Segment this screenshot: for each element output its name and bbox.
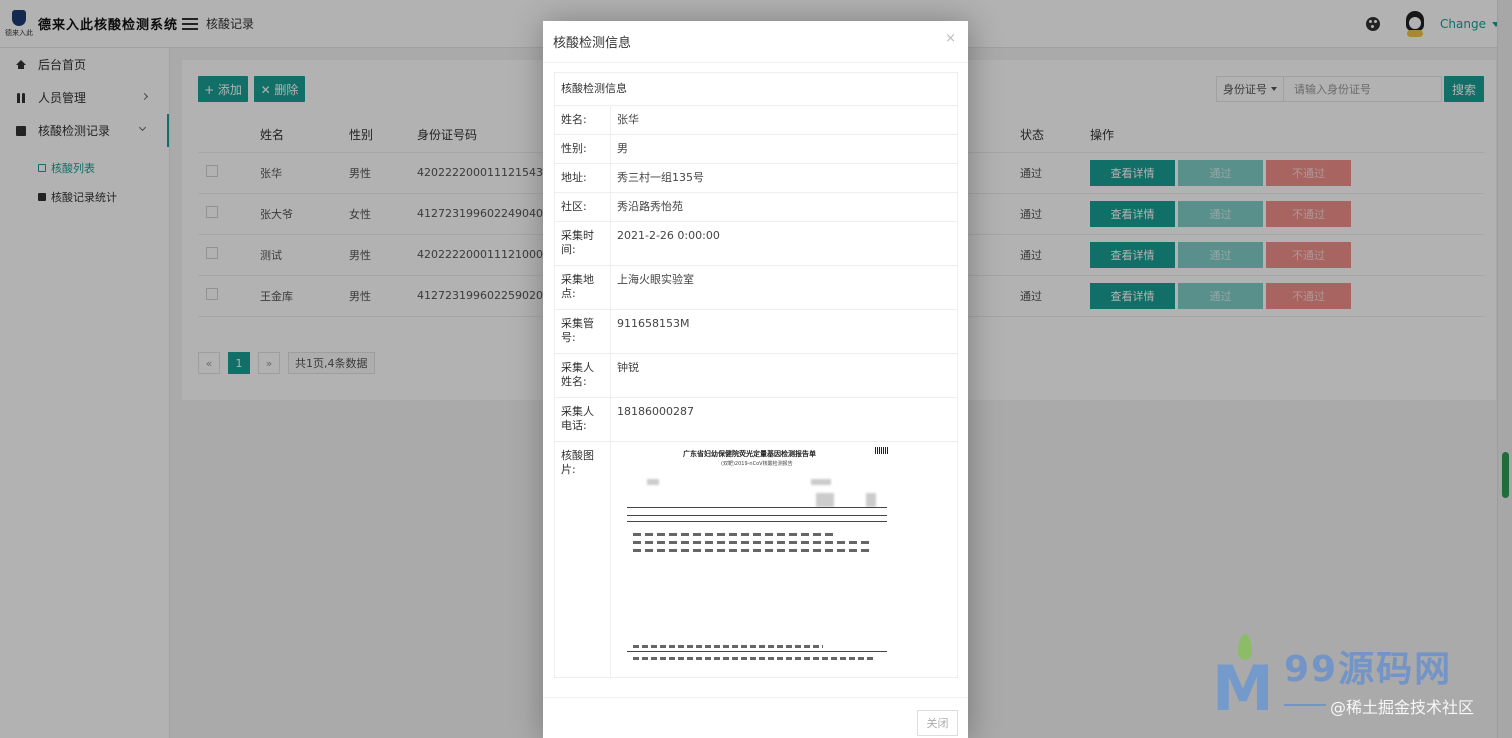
modal-body: 核酸检测信息 姓名: 张华 性别: 男 地址: 秀三村一组135号 社区: 秀沿路秀怡苑…	[554, 72, 958, 678]
info-key: 地址:	[554, 163, 611, 193]
info-value: 钟锐	[610, 353, 958, 398]
info-row: 采集人电话: 18186000287	[554, 397, 958, 442]
close-icon[interactable]: ×	[945, 31, 956, 46]
info-key: 社区:	[554, 192, 611, 222]
close-button[interactable]: 关闭	[917, 710, 958, 736]
info-row: 采集管号: 911658153M	[554, 309, 958, 354]
detail-modal: 核酸检测信息 × 核酸检测信息 姓名: 张华 性别: 男 地址: 秀三村一组135号 …	[543, 21, 968, 738]
info-key: 采集地点:	[554, 265, 611, 310]
info-key: 采集人电话:	[554, 397, 611, 442]
report-subtitle: (双靶)2019-nCoV核酸检测报告	[721, 461, 793, 467]
info-row: 采集地点: 上海火眼实验室	[554, 265, 958, 310]
info-row: 社区: 秀沿路秀怡苑	[554, 192, 958, 222]
info-value: 秀三村一组135号	[610, 163, 958, 193]
info-key: 采集管号:	[554, 309, 611, 354]
watermark-title: 99源码网	[1284, 649, 1453, 690]
modal-title: 核酸检测信息	[553, 36, 632, 51]
watermark-logo-icon: M	[1212, 652, 1274, 725]
info-table: 核酸检测信息 姓名: 张华 性别: 男 地址: 秀三村一组135号 社区: 秀沿路秀怡苑…	[554, 72, 958, 678]
info-value: 张华	[610, 105, 958, 135]
modal-footer: 关闭	[543, 697, 968, 738]
info-row: 核酸图片: 广东省妇幼保健院荧光定量基因检测报告单 (双靶)2019-nCoV核…	[554, 441, 958, 678]
watermark-line	[1284, 704, 1326, 706]
info-key: 采集人姓名:	[554, 353, 611, 398]
watermark: M 99源码网 @稀土掘金技术社区	[1212, 632, 1492, 732]
info-value: 秀沿路秀怡苑	[610, 192, 958, 222]
info-key: 姓名:	[554, 105, 611, 135]
info-row: 采集人姓名: 钟锐	[554, 353, 958, 398]
info-row: 采集时间: 2021-2-26 0:00:00	[554, 221, 958, 266]
info-value: 18186000287	[610, 397, 958, 442]
info-key: 性别:	[554, 134, 611, 164]
info-key: 采集时间:	[554, 221, 611, 266]
info-value: 911658153M	[610, 309, 958, 354]
info-row: 性别: 男	[554, 134, 958, 164]
info-section-title: 核酸检测信息	[554, 72, 958, 106]
info-key: 核酸图片:	[554, 441, 611, 678]
info-row: 姓名: 张华	[554, 105, 958, 135]
barcode-icon	[875, 447, 889, 454]
modal-header: 核酸检测信息 ×	[543, 21, 968, 63]
info-value: 上海火眼实验室	[610, 265, 958, 310]
watermark-sub: @稀土掘金技术社区	[1330, 698, 1475, 717]
info-value: 2021-2-26 0:00:00	[610, 221, 958, 266]
info-row: 地址: 秀三村一组135号	[554, 163, 958, 193]
info-title-row: 核酸检测信息	[554, 72, 958, 106]
report-image[interactable]: 广东省妇幼保健院荧光定量基因检测报告单 (双靶)2019-nCoV核酸检测报告	[611, 445, 911, 677]
info-value: 男	[610, 134, 958, 164]
